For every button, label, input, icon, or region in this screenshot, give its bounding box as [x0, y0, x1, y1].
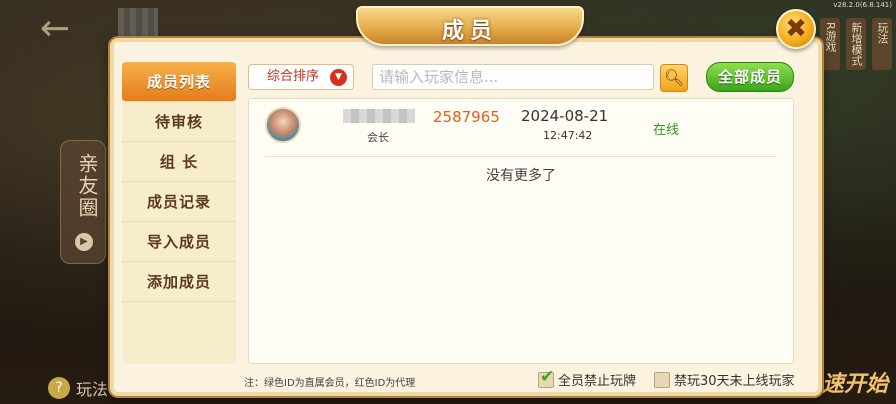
member-date: 2024-08-21 [521, 107, 609, 125]
member-role: 会长 [367, 131, 389, 144]
members-content: 综合排序 ▼ 🔍︎ 全部成员 会长 2587965 2024-08-21 12:… [244, 62, 802, 364]
dialog-title: 成员 [441, 19, 498, 44]
sidebar-item-pending[interactable]: 待审核 [122, 102, 236, 142]
quick-start-label: 速开始 [821, 372, 888, 397]
blurred-avatar [118, 8, 158, 36]
members-sidebar: 成员列表 待审核 组 长 成员记录 导入成员 添加成员 [122, 62, 236, 364]
ban-all-play-option[interactable]: 全员禁止玩牌 [538, 367, 637, 389]
rules-link: ? 玩法 [48, 376, 108, 400]
rules-label: 玩法 [76, 380, 109, 399]
help-icon: ? [48, 377, 70, 399]
play-icon: ▶ [75, 233, 93, 251]
member-name [343, 109, 415, 123]
list-end-text: 没有更多了 [486, 168, 556, 184]
sort-label: 综合排序 [267, 69, 320, 84]
members-dialog: 成员列表 待审核 组 长 成员记录 导入成员 添加成员 综合排序 ▼ 🔍︎ 全部… [110, 38, 822, 396]
all-members-button[interactable]: 全部成员 [706, 62, 794, 92]
sidebar-item-group-leaders[interactable]: 组 长 [122, 142, 236, 182]
right-tag: 玩法 [872, 18, 892, 70]
chevron-down-icon: ▼ [330, 69, 347, 86]
dialog-title-banner: 成员 [356, 6, 584, 46]
status-badge: 在线 [653, 123, 680, 138]
ban-inactive-option[interactable]: 禁玩30天未上线玩家 [654, 370, 795, 389]
footer-note: 注：绿色ID为直属会员，红色ID为代理 [244, 378, 416, 389]
search-input[interactable] [372, 64, 654, 90]
checkbox-checked-icon[interactable] [538, 367, 554, 388]
search-icon: 🔍︎ [663, 68, 685, 87]
sidebar-item-member-list[interactable]: 成员列表 [122, 62, 236, 102]
member-list: 会长 2587965 2024-08-21 12:47:42 在线 没有更多了 [248, 98, 794, 364]
members-toolbar: 综合排序 ▼ 🔍︎ 全部成员 [244, 62, 802, 92]
member-id: 2587965 [433, 108, 500, 126]
back-arrow-icon: ← [40, 8, 71, 49]
sort-dropdown[interactable]: 综合排序 ▼ [248, 64, 354, 90]
friend-circle-label: 亲友圈 [75, 153, 99, 219]
sidebar-item-import-members[interactable]: 导入成员 [122, 222, 236, 262]
close-hammer-icon: ✖ [785, 14, 807, 44]
right-tags: R游戏 新增模式 玩法 [820, 18, 892, 70]
avatar [265, 107, 301, 143]
right-tag: R游戏 [820, 18, 840, 70]
ban-all-play-label: 全员禁止玩牌 [558, 374, 637, 389]
member-time: 12:47:42 [543, 129, 593, 142]
sidebar-item-member-records[interactable]: 成员记录 [122, 182, 236, 222]
right-tag: 新增模式 [846, 18, 866, 70]
ban-inactive-label: 禁玩30天未上线玩家 [674, 374, 795, 389]
version-label: v28.2.0(6.8.141) [833, 1, 892, 9]
checkbox-icon[interactable] [654, 371, 670, 388]
close-button[interactable]: ✖ [776, 9, 816, 49]
friend-circle-panel: 亲友圈 ▶ [60, 140, 106, 264]
table-row[interactable]: 会长 2587965 2024-08-21 12:47:42 在线 [265, 99, 777, 157]
sidebar-item-add-member[interactable]: 添加成员 [122, 262, 236, 302]
search-button[interactable]: 🔍︎ [660, 64, 688, 92]
